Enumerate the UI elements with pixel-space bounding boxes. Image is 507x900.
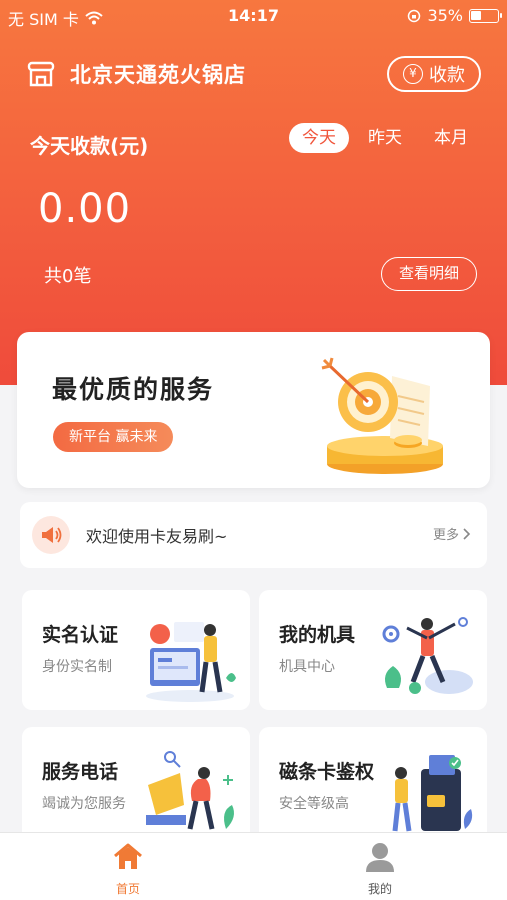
store-header: 北京天通苑火锅店 ¥ 收款 [26,54,481,94]
today-income-label: 今天收款(元) [30,134,149,158]
card-subtitle: 安全等级高 [279,796,349,812]
store-name: 北京天通苑火锅店 [70,63,246,87]
card-title: 实名认证 [42,624,119,646]
card-service-phone[interactable]: 服务电话 竭诚为您服务 [22,727,250,847]
period-tabs: 今天 昨天 本月 [289,123,481,153]
view-details-button[interactable]: 查看明细 [381,257,477,291]
announcement-text: 欢迎使用卡友易刷~ [86,527,228,546]
income-amount: 0.00 [38,186,132,232]
tab-mine[interactable]: 我的 [340,841,420,897]
device-center-illustration [382,617,473,694]
tab-mine-label: 我的 [367,882,392,896]
tab-home-label: 首页 [115,882,140,896]
tab-home[interactable]: 首页 [88,841,168,897]
card-subtitle: 竭诚为您服务 [42,796,126,812]
card-subtitle: 机具中心 [279,659,335,675]
more-label: 更多 [432,528,459,543]
megaphone-icon [32,516,70,554]
more-link[interactable]: 更多 [433,524,471,543]
store-icon [27,61,55,87]
banner-tag: 新平台 赢未来 [53,422,174,452]
id-verification-illustration [146,622,236,702]
chevron-right-icon [463,527,471,540]
transaction-count: 共0笔 [44,266,92,287]
promo-banner[interactable]: 最优质的服务 新平台 赢未来 [17,332,490,488]
collect-button[interactable]: ¥ 收款 [387,56,481,92]
battery-fill [471,10,481,20]
card-subtitle: 身份实名制 [42,659,112,675]
banner-title: 最优质的服务 [52,375,215,404]
card-title: 我的机具 [279,624,356,646]
customer-service-illustration [146,751,234,830]
tab-today[interactable]: 今天 [289,123,349,153]
orientation-lock-icon [408,9,421,22]
yen-icon: ¥ [403,64,423,84]
card-real-name-auth[interactable]: 实名认证 身份实名制 [22,590,250,710]
target-trophy-illustration [321,357,443,474]
status-bar: 无 SIM 卡 14:17 35% [0,0,507,32]
tab-yesterday[interactable]: 昨天 [355,123,415,153]
card-my-devices[interactable]: 我的机具 机具中心 [259,590,487,710]
battery-icon [469,8,502,23]
battery-percent: 35% [427,6,463,25]
user-icon [366,843,394,872]
card-magstripe-auth[interactable]: 磁条卡鉴权 安全等级高 [259,727,487,847]
collect-label: 收款 [429,65,465,86]
card-security-illustration [392,755,473,832]
tab-month[interactable]: 本月 [421,123,481,153]
home-icon [114,843,142,869]
card-title: 磁条卡鉴权 [279,761,375,783]
announcement-bar[interactable]: 欢迎使用卡友易刷~ 更多 [20,502,487,568]
card-title: 服务电话 [42,761,119,783]
bottom-tab-bar: 首页 我的 [0,832,507,900]
